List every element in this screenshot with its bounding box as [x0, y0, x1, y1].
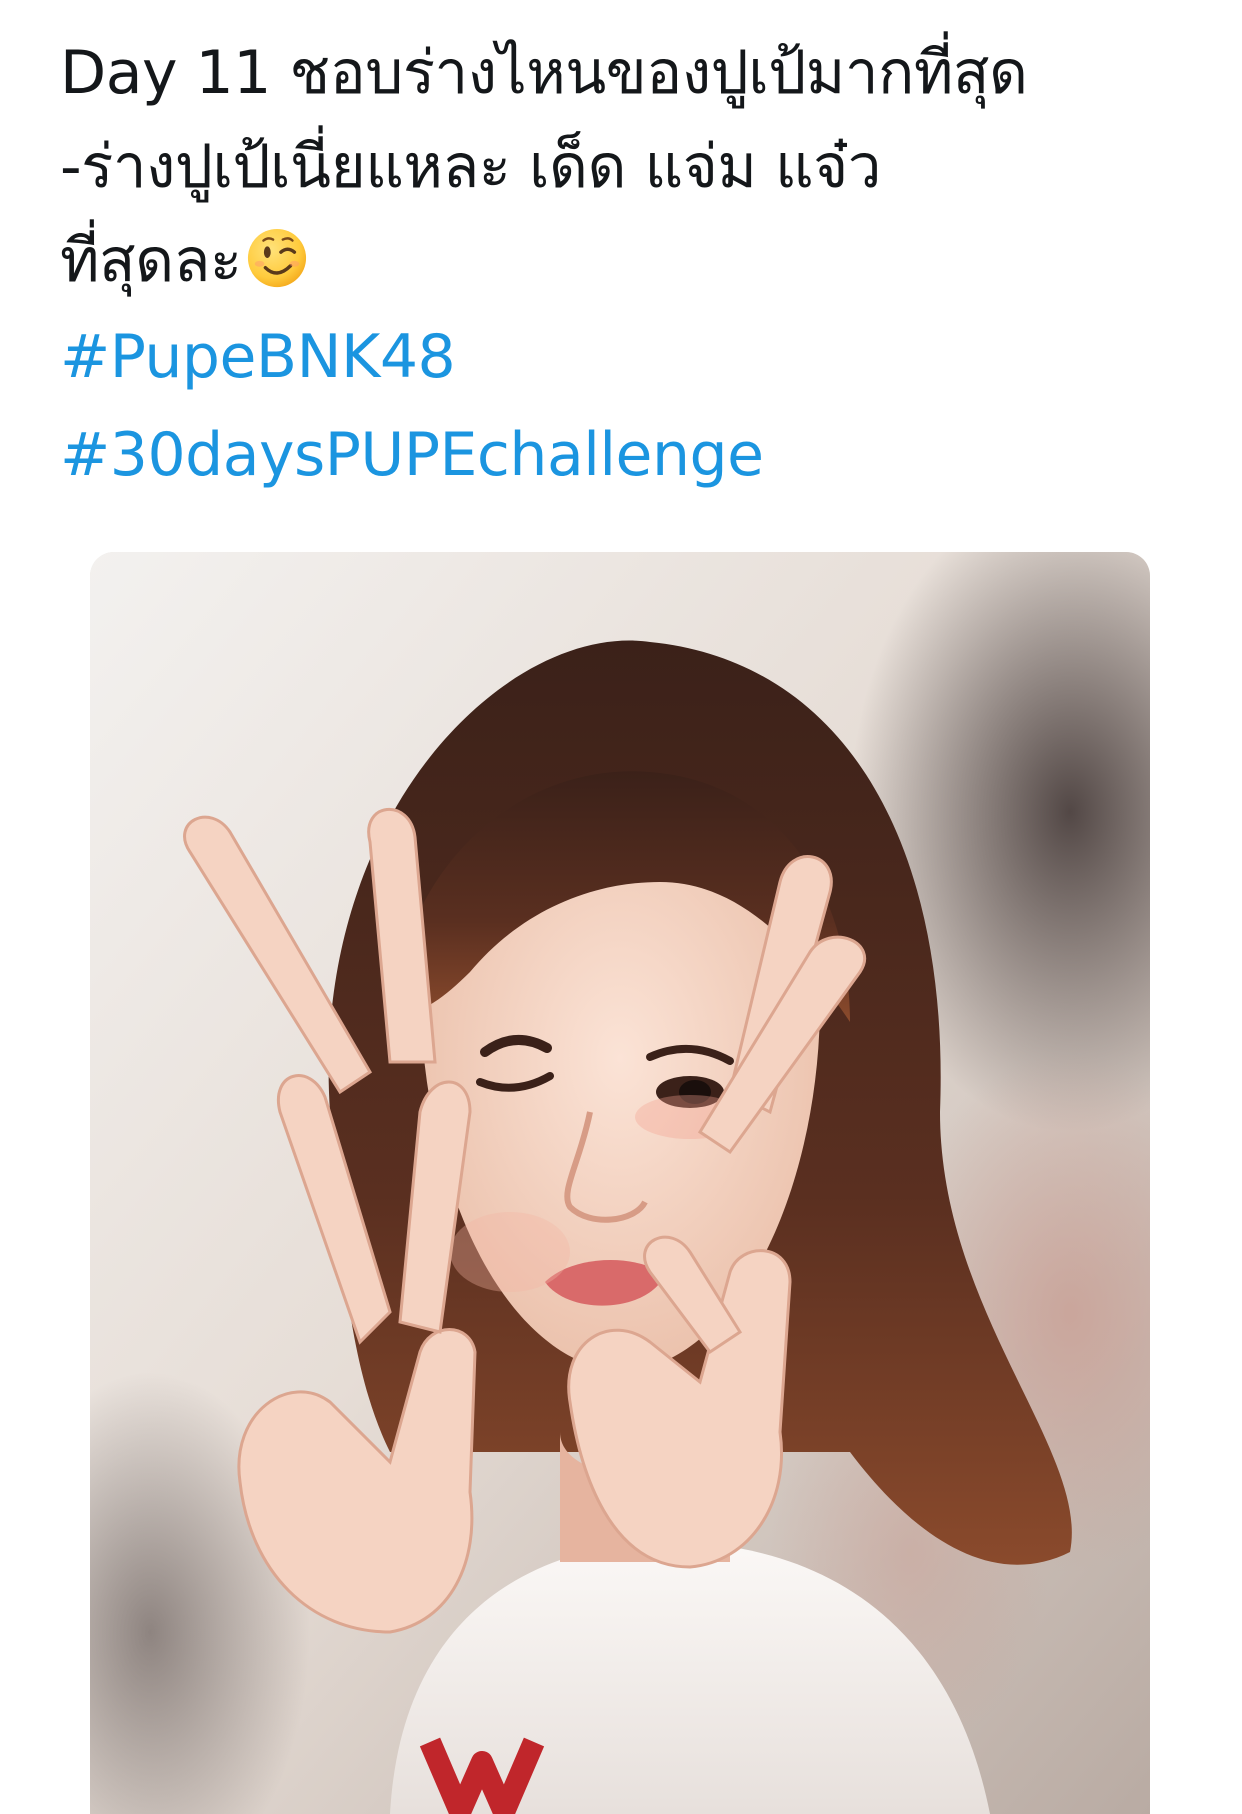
hashtag-list: #PupeBNK48 #30daysPUPEchallenge — [60, 308, 1190, 504]
tweet-body: Day 11 ชอบร่างไหนของปูเป้มากที่สุด -ร่าง… — [60, 26, 1190, 504]
hashtag-link-30dayspupechallenge[interactable]: #30daysPUPEchallenge — [60, 406, 1190, 504]
tweet-photo[interactable] — [90, 552, 1150, 1814]
tweet-text-line-1: Day 11 ชอบร่างไหนของปูเป้มากที่สุด — [60, 38, 1028, 108]
photo-illustration — [90, 552, 1150, 1814]
tweet-text: Day 11 ชอบร่างไหนของปูเป้มากที่สุด -ร่าง… — [60, 26, 1190, 308]
tweet-text-line-3: ที่สุดละ — [60, 226, 242, 296]
winking-face-emoji-icon — [247, 228, 306, 288]
tweet-text-line-3-wrap: ที่สุดละ — [60, 214, 1190, 308]
hashtag-link-pupebnk48[interactable]: #PupeBNK48 — [60, 308, 1190, 406]
tweet-text-line-2: -ร่างปูเป้เนี่ยแหละ เด็ด แจ่ม แจ๋ว — [60, 132, 882, 202]
